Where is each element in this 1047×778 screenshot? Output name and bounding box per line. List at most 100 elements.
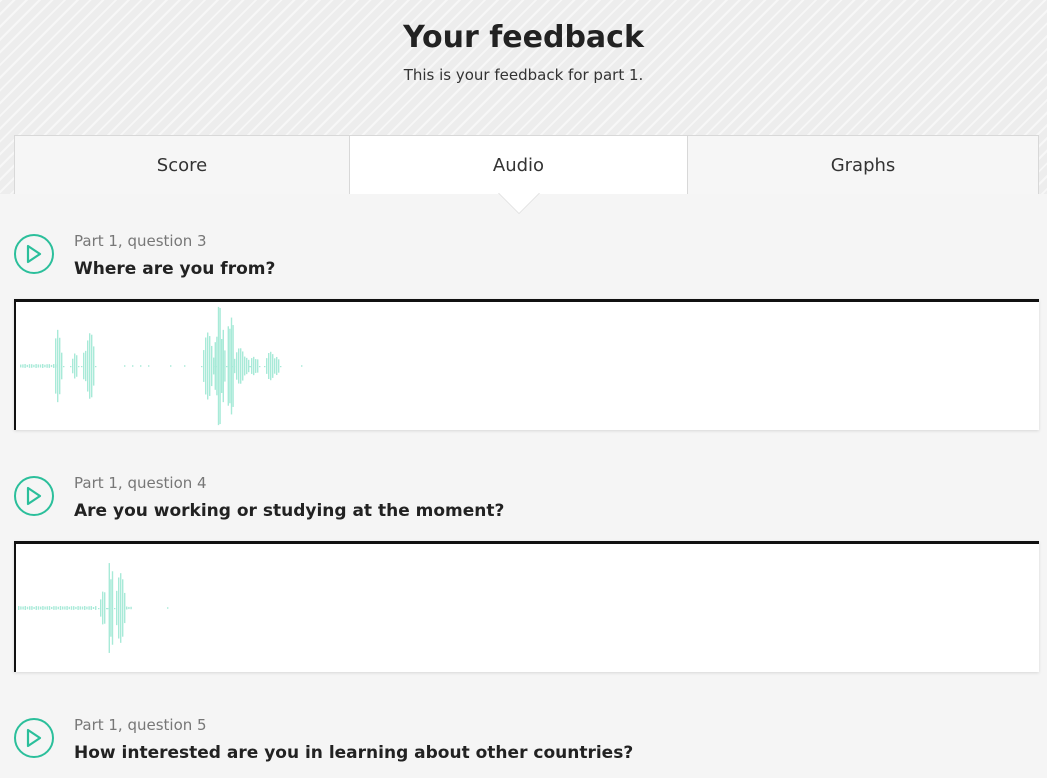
waveform-bar (104, 592, 106, 624)
waveform-bar (207, 332, 209, 400)
play-icon[interactable] (14, 718, 54, 758)
waveform-bar (246, 357, 248, 375)
waveform-bar (18, 606, 20, 610)
waveform-bar (75, 606, 77, 610)
waveform-bar (95, 606, 97, 610)
waveform-bar (89, 333, 91, 399)
waveform-bar (270, 351, 272, 381)
waveform-bar (77, 606, 79, 610)
page-title: Your feedback (403, 20, 644, 55)
waveform-bar (255, 359, 257, 373)
waveform-bar (227, 326, 229, 406)
waveform-bar (201, 366, 203, 368)
waveform-bar (51, 606, 53, 610)
waveform-bar (46, 364, 48, 368)
waveform-bar (74, 353, 76, 379)
waveform-bar (234, 358, 236, 374)
waveform-bar (48, 606, 51, 610)
waveform-bar (236, 352, 238, 380)
waveform-bar (268, 353, 270, 379)
waveform-bar (70, 366, 72, 368)
waveform-bar (116, 590, 118, 626)
waveform-bar (226, 366, 228, 368)
waveform-bar (107, 608, 109, 610)
waveform-bar (108, 563, 110, 653)
waveform-bar (100, 599, 102, 617)
waveform-bar (73, 606, 75, 610)
waveform-bar (276, 356, 278, 376)
waveform-bar (55, 606, 57, 610)
waveform-bar (167, 607, 169, 609)
waveform-bar (28, 364, 31, 368)
waveform-bar (20, 364, 22, 368)
waveform-bar (148, 365, 150, 367)
waveform-bar (31, 364, 33, 368)
feedback-tabs: Score Audio Graphs (14, 135, 1039, 194)
waveform-bar (211, 345, 213, 387)
waveform-bar (120, 573, 122, 643)
waveform-bar (33, 606, 35, 610)
tab-graphs[interactable]: Graphs (688, 136, 1038, 194)
waveform-bar (46, 606, 48, 610)
waveform-bar (83, 352, 85, 380)
waveform-bar (29, 606, 31, 610)
waveform-bar (238, 348, 240, 384)
waveform-bar (42, 606, 44, 610)
question-meta: Part 1, question 4 (74, 474, 207, 492)
waveform-bar (22, 364, 24, 368)
waveform-bar (84, 606, 86, 610)
waveform-bar (124, 592, 126, 624)
waveform-bar (130, 606, 132, 610)
waveform-bar (259, 366, 261, 368)
audio-waveform[interactable] (14, 299, 1039, 430)
waveform-bar (184, 365, 186, 367)
waveform-bar (44, 606, 46, 610)
waveform-bar (70, 606, 73, 610)
tab-score[interactable]: Score (15, 136, 350, 194)
question-text: How interested are you in learning about… (74, 743, 634, 763)
waveform-bar (87, 340, 89, 392)
question-text: Are you working or studying at the momen… (74, 501, 505, 521)
play-icon[interactable] (14, 476, 54, 516)
waveform-bar (53, 366, 55, 368)
waveform-bar (42, 364, 44, 368)
waveform-bar (251, 358, 253, 374)
waveform-bar (59, 337, 61, 395)
waveform-bar (114, 608, 116, 610)
waveform-bar (33, 364, 35, 368)
page-subtitle: This is your feedback for part 1. (403, 66, 644, 84)
waveform-bar (110, 579, 112, 637)
waveform-bar (92, 606, 95, 610)
waveform-bar (205, 337, 207, 395)
play-icon[interactable] (14, 234, 54, 274)
waveform-bar (44, 364, 46, 368)
waveform-bar (102, 591, 104, 625)
waveform-bar (203, 350, 205, 382)
active-tab-pointer (499, 193, 539, 213)
waveform-bar (170, 365, 172, 367)
waveform-bar (24, 606, 26, 610)
tab-audio[interactable]: Audio (350, 136, 688, 194)
waveform-bar (85, 350, 87, 382)
waveform-graphic (20, 306, 303, 426)
waveform-bar (124, 365, 126, 367)
waveform-bar (72, 358, 74, 374)
waveform-bar (22, 606, 24, 610)
waveform-bar (214, 342, 216, 390)
waveform-bar (274, 358, 276, 374)
waveform-bar (64, 606, 66, 610)
waveform-bar (59, 606, 62, 610)
waveform-bar (35, 364, 37, 368)
waveform-bar (93, 346, 95, 386)
audio-waveform[interactable] (14, 541, 1039, 672)
waveform-bar (63, 366, 65, 368)
waveform-bar (222, 329, 224, 403)
waveform-bar (240, 348, 242, 384)
waveform-bar (26, 364, 28, 368)
waveform-bar (61, 352, 63, 380)
waveform-bar (229, 328, 231, 404)
waveform-bar (57, 329, 59, 403)
waveform-bar (31, 606, 33, 610)
waveform-bar (79, 606, 81, 610)
waveform-bar (122, 579, 124, 637)
